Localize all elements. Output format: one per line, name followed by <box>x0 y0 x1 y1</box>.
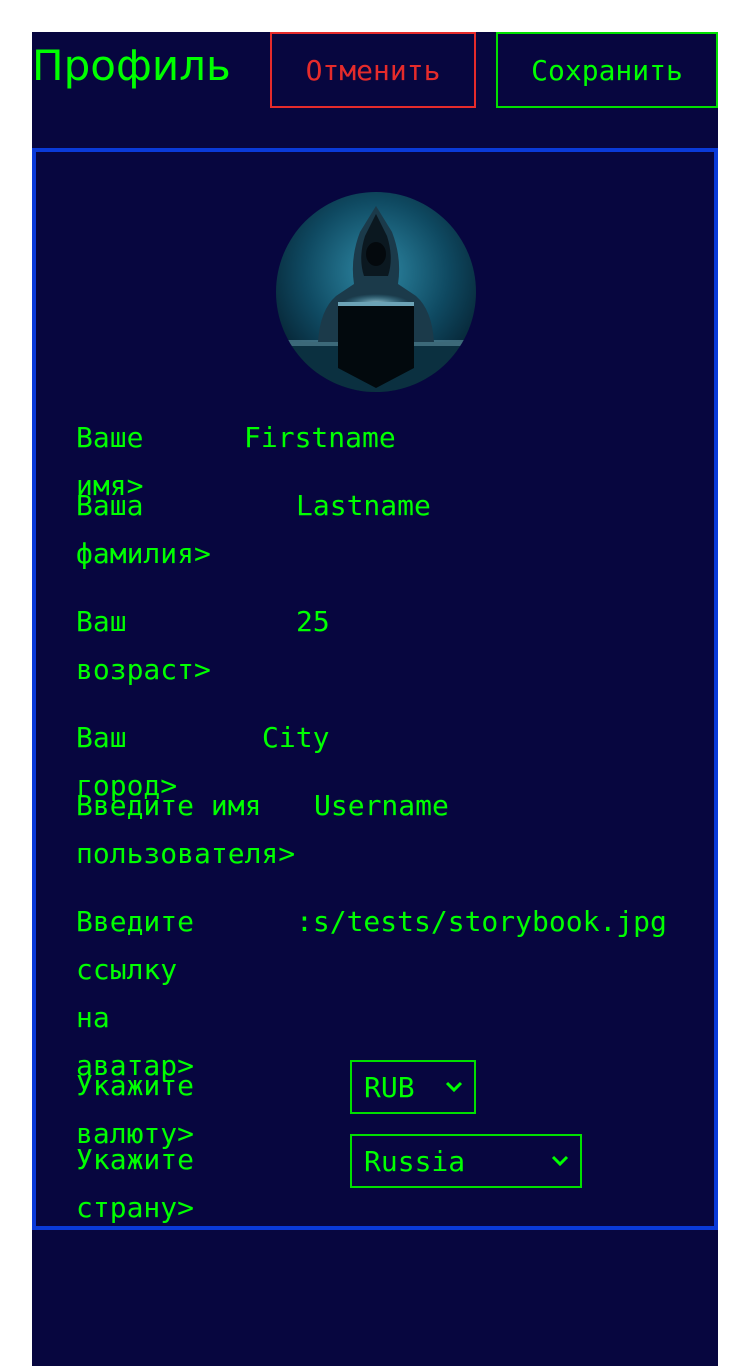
username-input[interactable] <box>314 782 684 830</box>
page-title: Профиль <box>32 41 231 90</box>
currency-select[interactable]: RUB <box>350 1060 476 1114</box>
profile-card: Ваше имя> Ваша фамилия> Ваш возраст> Ваш… <box>32 148 718 1230</box>
lastname-input[interactable] <box>296 482 676 530</box>
country-selected-value: Russia <box>364 1144 466 1178</box>
field-label: Ваш возраст> <box>76 605 211 686</box>
field-label: Ваша фамилия> <box>76 489 211 570</box>
avatar-link-input[interactable] <box>296 898 676 946</box>
age-input[interactable] <box>296 598 676 646</box>
chevron-down-icon <box>551 1155 569 1167</box>
profile-page: Профиль Отменить Сохранить Ваше имя> Fir… <box>32 32 718 1366</box>
hooded-hacker-avatar-icon <box>276 192 476 392</box>
currency-selected-value: RUB <box>364 1070 415 1104</box>
chevron-down-icon <box>445 1081 463 1093</box>
firstname-input[interactable] <box>244 414 664 462</box>
save-button[interactable]: Сохранить <box>496 32 718 108</box>
country-select[interactable]: Russia <box>350 1134 582 1188</box>
city-input[interactable] <box>262 714 682 762</box>
field-label: Введите имя пользователя> <box>76 789 296 870</box>
page-header: Профиль Отменить Сохранить <box>32 32 718 108</box>
cancel-button[interactable]: Отменить <box>270 32 476 108</box>
avatar <box>276 192 476 392</box>
field-label: Укажите страну> <box>76 1143 211 1224</box>
